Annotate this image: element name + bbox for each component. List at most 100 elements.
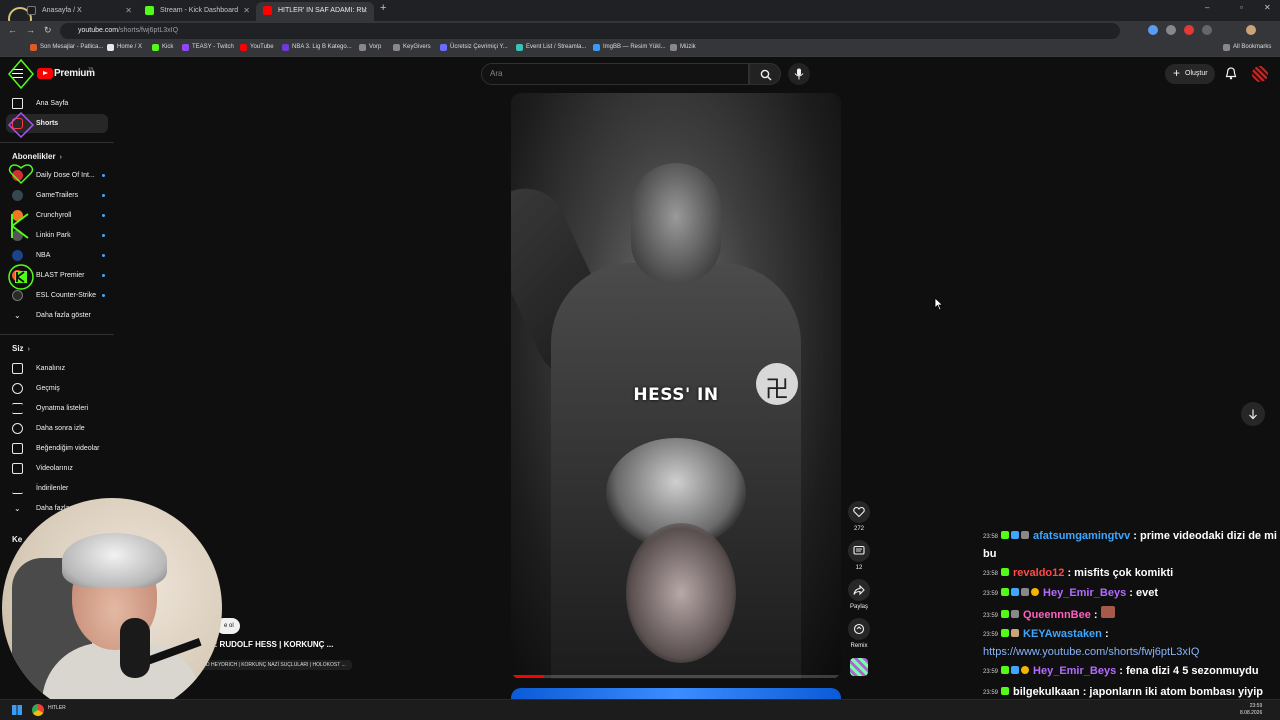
short-video-player[interactable]: HESS' IN [511,93,841,679]
create-button[interactable]: Oluştur [1165,63,1215,84]
chrome-icon[interactable] [32,704,44,716]
close-icon[interactable]: ✕ [361,2,368,19]
channel-icon [12,363,23,374]
all-bookmarks[interactable]: All Bookmarks [1223,44,1271,51]
windows-start-icon[interactable] [12,705,22,715]
channel-avatar [12,290,23,301]
minimize-icon[interactable]: – [1205,3,1209,12]
tab-youtube[interactable]: HITLER' IN SAF ADAMI: RU ✕ [256,2,374,21]
clock-date: 8.08.2026 [1240,710,1263,716]
extension-icon[interactable] [1148,25,1158,35]
sidebar-item-downloads[interactable]: İndirilenler [6,479,108,498]
sound-thumbnail[interactable] [850,658,868,676]
chat-username[interactable]: bilgekulkaan [1013,686,1080,698]
tab-twitter[interactable]: Anasayfa / X ✕ [20,2,138,21]
profile-avatar[interactable] [1246,25,1256,35]
video-progress-bar[interactable] [511,675,841,678]
kick-badge-icon [1001,666,1010,674]
search-input[interactable]: Ara [481,63,749,85]
bookmark-item[interactable]: Event List / Streamla... [516,44,586,51]
sidebar-item-watch-later[interactable]: Daha sonra izle [6,419,108,438]
youtube-logo-icon[interactable] [37,68,53,79]
bookmark-item[interactable]: KeyGivers [393,44,431,51]
remix-action[interactable]: Remix [847,618,871,649]
sidebar-item-label: BLAST Premier [36,272,85,279]
search-button[interactable] [749,63,781,85]
taskbar-app-label[interactable]: HITLER [48,705,66,711]
system-clock[interactable]: 23:59 8.08.2026 [1240,703,1262,717]
like-count: 272 [853,526,864,532]
you-heading[interactable]: Siz › [12,344,30,353]
notifications-bell-icon[interactable] [1225,67,1237,80]
comments-button[interactable] [848,540,870,562]
chat-text: : fena dizi 4 5 sezonmuydu [1116,665,1259,677]
subscriptions-heading[interactable]: Abonelikler › [12,152,62,161]
extension-icon[interactable] [1184,25,1194,35]
maximize-icon[interactable]: ▫ [1240,3,1243,12]
bookmark-label: Home / X [117,44,143,50]
chat-username[interactable]: revaldo12 [1013,567,1064,579]
close-window-icon[interactable]: ✕ [1264,3,1271,12]
sidebar-item-liked[interactable]: Beğendiğim videolar [6,439,108,458]
bookmark-item[interactable]: TEASY - Twitch [182,44,234,51]
comments-action[interactable]: 12 [847,540,871,571]
sidebar-item-subscription[interactable]: GameTrailers [6,186,108,205]
bookmark-item[interactable]: NBA 3. Lig B Katego... [282,44,352,51]
back-icon[interactable]: ← [8,25,17,35]
account-avatar[interactable] [1252,66,1268,82]
new-content-dot [102,254,105,257]
reload-icon[interactable]: ↻ [44,25,52,36]
new-tab-icon[interactable]: + [380,2,386,14]
divider [0,142,114,143]
extensions-icon[interactable] [1202,25,1212,35]
next-short-button[interactable] [1241,402,1265,426]
chat-link[interactable]: https://www.youtube.com/shorts/fwj6ptL3x… [983,646,1199,658]
bookmark-item[interactable]: Ücretsiz Çevrimiçi Y... [440,44,508,51]
tab-kick[interactable]: Stream - Kick Dashboard ✕ [138,2,256,21]
chat-username[interactable]: Hey_Emir_Beys [1043,587,1126,599]
chevron-down-icon: ⌄ [14,311,21,320]
x-icon [27,6,36,15]
bookmark-item[interactable]: Home / X [107,44,143,51]
bookmark-icon [282,44,289,51]
chat-message: 23:59 QueennnBee : [983,606,1277,625]
extension-icon[interactable] [1166,25,1176,35]
sidebar-item-history[interactable]: Geçmiş [6,379,108,398]
chat-username[interactable]: afatsumgamingtvv [1033,530,1130,542]
chat-time: 23:59 [983,669,999,675]
sidebar-item-your-videos[interactable]: Videolarınız [6,459,108,478]
like-button[interactable] [848,501,870,523]
bookmark-item[interactable]: Kick [152,44,173,51]
remix-button[interactable] [848,618,870,640]
show-more-button[interactable]: ⌄ Daha fazla göster [6,306,108,325]
chat-username[interactable]: KEYAwastaken [1023,628,1102,640]
bookmark-item[interactable]: Son Mesajlar - Patlica... [30,44,103,51]
chat-username[interactable]: QueennnBee [1023,609,1091,621]
share-action[interactable]: Paylaş [847,579,871,610]
forward-icon[interactable]: → [26,25,35,35]
bookmark-label: Ücretsiz Çevrimiçi Y... [450,44,508,50]
sidebar-item-playlists[interactable]: Oynatma listeleri [6,399,108,418]
sidebar-item-channel[interactable]: Kanalınız [6,359,108,378]
short-description[interactable]: D HEYDRICH | KORKUNÇ NAZİ SUÇLULARI | HO… [200,660,352,670]
bookmark-item[interactable]: ImgBB — Resim Yükl... [593,44,666,51]
short-title[interactable]: AMI: RUDOLF HESS | KORKUNÇ ... [200,640,333,649]
stream-chat-overlay: 23:58 afatsumgamingtvv : prime videodaki … [980,527,1280,720]
chat-username[interactable]: Hey_Emir_Beys [1033,665,1116,677]
sidebar-item-label: Daily Dose Of Int... [36,172,95,179]
close-icon[interactable]: ✕ [243,2,250,19]
history-icon [12,383,23,394]
url-field[interactable]: youtube.com/shorts/fwj6ptL3xIQ [60,23,1120,39]
short-info-strip: AMI: RUDOLF HESS | KORKUNÇ ... D HEYDRIC… [200,640,370,672]
bookmark-item[interactable]: Müzik [670,44,696,51]
close-icon[interactable]: ✕ [125,2,132,19]
voice-search-button[interactable] [788,63,810,85]
share-button[interactable] [848,579,870,601]
bookmark-icon [240,44,247,51]
sidebar-item-home[interactable]: Ana Sayfa [6,94,108,113]
bookmark-label: Müzik [680,44,696,50]
bookmark-item[interactable]: YouTube [240,44,274,51]
like-action[interactable]: 272 [847,501,871,532]
emote-badge-icon [1021,531,1030,539]
bookmark-item[interactable]: Vorp [359,44,381,51]
